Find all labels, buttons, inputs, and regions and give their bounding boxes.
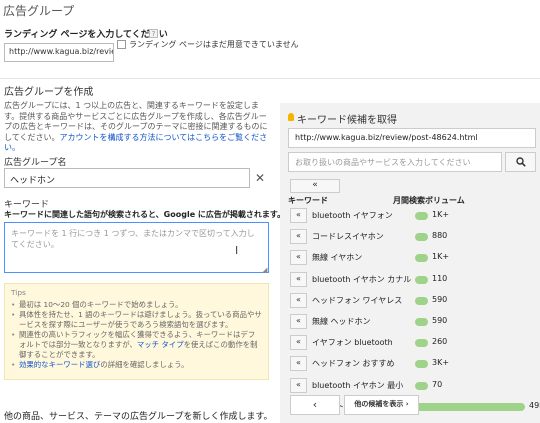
volume-bar [415, 339, 428, 348]
add-keyword-button[interactable]: « [290, 292, 307, 308]
keyword-text: bluetooth イヤホン 最小 [312, 380, 404, 390]
add-all-button[interactable]: « [290, 179, 340, 193]
keyword-candidate-row: « bluetooth イヤホン カナル 110 [288, 271, 538, 287]
column-header-keyword: キーワード [288, 196, 328, 205]
add-keyword-button[interactable]: « [290, 208, 307, 223]
keyword-text: イヤフォン bluetooth [312, 338, 393, 348]
keyword-text: 無線 ヘッドホン [312, 317, 371, 326]
volume-bar [415, 296, 428, 305]
tip-item: 関連性の高いトラフィックを幅広く獲得できるよう、キーワードはデフォルトでは部分一… [11, 330, 262, 360]
tip-item: 効果的なキーワード選びの詳細を確認しましょう。 [11, 360, 262, 370]
keyword-candidate-row: « イヤフォン bluetooth 260 [288, 334, 538, 351]
volume-bar [415, 402, 525, 411]
volume-value: 880 [432, 231, 448, 241]
keyword-text: コードレスイヤホン [312, 232, 384, 242]
text-cursor-icon: I [235, 244, 239, 257]
keyword-selection-link[interactable]: 効果的なキーワード選び [19, 360, 100, 369]
page-title: 広告グループ [3, 4, 75, 18]
keyword-ideas-url-input[interactable]: http://www.kagua.biz/review/post-48624.h… [288, 128, 536, 148]
add-keyword-button[interactable]: « [290, 250, 307, 266]
more-candidates-button[interactable]: 他の候補を表示 › [344, 395, 419, 415]
keyword-candidate-row: « bluetooth イヤホン 最小 70 [288, 377, 538, 393]
no-landing-page-checkbox[interactable] [117, 40, 126, 49]
volume-bar [415, 212, 428, 220]
no-landing-page-label: ランディング ページはまだ用意できていません [129, 40, 299, 49]
clear-icon[interactable]: ✕ [255, 171, 265, 185]
keyword-text: ヘッドフォン ワイヤレス [312, 295, 403, 305]
section-divider [0, 78, 540, 79]
keyword-text: 無線 イヤホン [312, 253, 363, 263]
tips-box: Tips 最初は 10～20 個のキーワードで始めましょう。 具体性を持たせ、1… [4, 283, 269, 380]
volume-value: 260 [432, 337, 448, 347]
volume-value: 590 [432, 316, 448, 325]
search-button[interactable] [505, 152, 536, 172]
volume-value: 1K+ [432, 252, 450, 262]
create-ad-group-title: 広告グループを作成 [4, 87, 94, 98]
keywords-textarea[interactable]: キーワードを 1 行につき 1 つずつ、またはカンマで区切って入力してください。 [4, 222, 269, 273]
search-icon [515, 157, 526, 167]
keyword-text: bluetooth イヤフォン [312, 211, 393, 220]
volume-value: 110 [432, 273, 448, 283]
new-ad-group-note: 他の商品、サービス、テーマの広告グループを新しく作成します。 [4, 412, 273, 422]
column-header-volume: 月間検索ボリューム [393, 196, 465, 205]
keyword-candidate-row: « 無線 イヤホン 1K+ [288, 249, 538, 266]
tip-item: 最初は 10～20 個のキーワードで始めましょう。 [11, 300, 262, 310]
volume-bar [415, 275, 428, 284]
ad-group-name-label: 広告グループ名 [4, 158, 67, 168]
prev-page-button[interactable]: ‹ [290, 395, 340, 415]
help-icon[interactable]: ? [149, 29, 158, 38]
keyword-text: bluetooth イヤホン カナル [312, 274, 412, 284]
keywords-help-text: キーワードに関連した語句が検索されると、Google に広告が掲載されます。 [4, 210, 286, 219]
create-ad-group-description: 広告グループには、1 つ以上の広告と、関連するキーワードを設定します。提供する商… [4, 101, 274, 154]
add-keyword-button[interactable]: « [290, 314, 307, 329]
keyword-ideas-title: キーワード候補を取得 [297, 115, 397, 126]
volume-bar [415, 318, 428, 326]
volume-bar [415, 381, 428, 390]
add-keyword-button[interactable]: « [290, 229, 307, 245]
landing-page-url-input[interactable]: http://www.kagua.biz/review [4, 43, 114, 62]
keyword-candidate-row: « 無線 ヘッドホン 590 [288, 313, 538, 329]
tips-title: Tips [11, 288, 26, 297]
volume-value: 49K+ [529, 400, 540, 410]
volume-bar [415, 254, 428, 263]
tip-item: 具体性を持たせ、1 語のキーワードは避けましょう。扱っている商品やサービスを探す… [11, 310, 262, 330]
volume-value: 590 [432, 294, 448, 304]
volume-bar [415, 233, 428, 242]
add-keyword-button[interactable]: « [290, 335, 307, 351]
add-keyword-button[interactable]: « [290, 271, 307, 287]
volume-value: 3K+ [432, 358, 450, 368]
lightbulb-icon [288, 113, 294, 121]
resize-handle-icon[interactable]: ◢ [262, 266, 267, 274]
add-keyword-button[interactable]: « [290, 377, 307, 393]
ad-group-name-input[interactable]: ヘッドホン [4, 168, 250, 188]
keyword-candidate-row: « ヘッドフォン ワイヤレス 590 [288, 292, 538, 308]
volume-value: 70 [432, 379, 443, 389]
volume-bar [415, 360, 428, 369]
keyword-text: ヘッドフォン おすすめ [312, 359, 395, 369]
volume-value: 1K+ [432, 210, 450, 219]
match-type-link[interactable]: マッチ タイプ [137, 340, 184, 349]
keyword-candidate-row: « bluetooth イヤフォン 1K+ [288, 207, 538, 223]
keyword-candidate-row: « コードレスイヤホン 880 [288, 228, 538, 245]
add-keyword-button[interactable]: « [290, 356, 307, 372]
keyword-candidate-row: « ヘッドフォン おすすめ 3K+ [288, 355, 538, 372]
product-search-input[interactable]: お取り扱いの商品やサービスを入力してください [288, 152, 502, 172]
